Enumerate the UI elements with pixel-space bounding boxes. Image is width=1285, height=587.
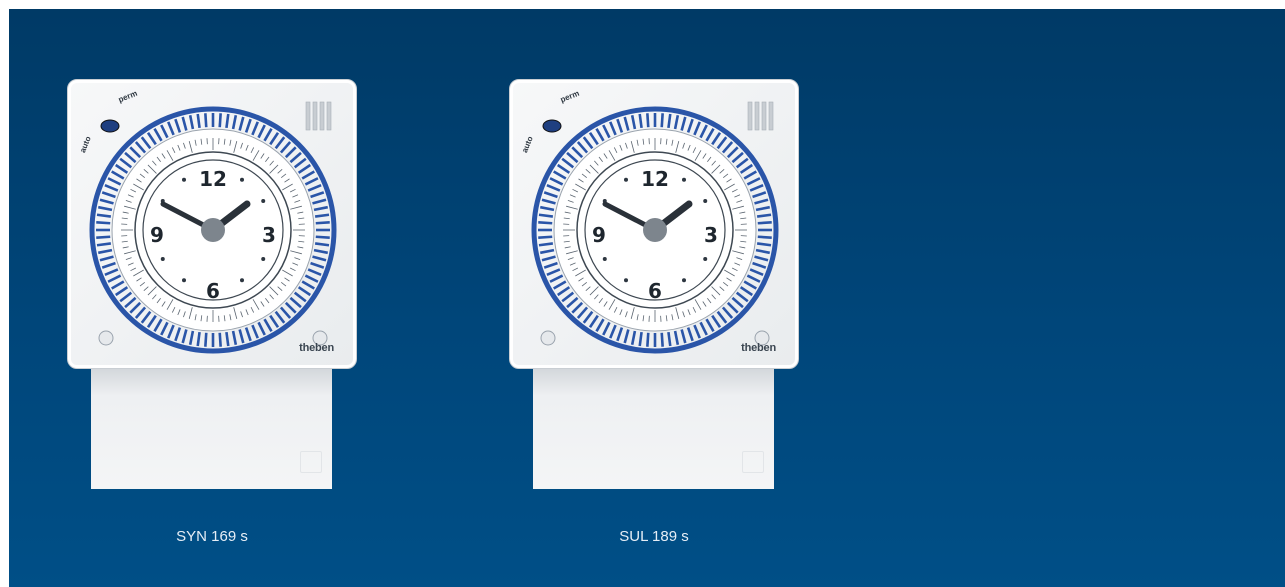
brand-logo: theben: [741, 342, 776, 354]
timer-switch-sul189: 12 3 6 9 perm auto theben: [509, 79, 799, 499]
dial-number: 6: [206, 279, 220, 303]
timer-face: 12 3 6 9 perm auto theben: [509, 79, 799, 369]
dial-number: 6: [648, 279, 662, 303]
dial-number: 3: [262, 223, 276, 247]
connector-ridges: [305, 101, 332, 131]
connector-ridges: [747, 101, 774, 131]
mounting-screw: [540, 330, 556, 346]
mode-switch: [542, 119, 562, 133]
dial-number: 9: [592, 223, 606, 247]
clock-dial: 12 3 6 9: [531, 101, 779, 354]
mounting-base: [91, 365, 332, 489]
dial-number: 12: [641, 167, 669, 191]
brand-logo: theben: [299, 342, 334, 354]
timer-face: 12 3 6 9 perm auto theben: [67, 79, 357, 369]
clock-dial: 12 3 6 9: [89, 101, 337, 354]
dial-number: 12: [199, 167, 227, 191]
mounting-base: [533, 365, 774, 489]
dial-number: 9: [150, 223, 164, 247]
timer-switch-syn169: 12 3 6 9 perm auto theben: [67, 79, 357, 499]
product-panel: 12 3 6 9 perm auto theben SYN 169 s 12 3 6 9 p…: [9, 9, 1285, 587]
mounting-screw: [98, 330, 114, 346]
hand-hub: [643, 218, 667, 242]
dial-number: 3: [704, 223, 718, 247]
product-caption: SUL 189 s: [619, 528, 689, 545]
product-caption: SYN 169 s: [176, 528, 248, 545]
mode-switch: [100, 119, 120, 133]
base-marking: [742, 451, 764, 473]
base-marking: [300, 451, 322, 473]
hand-hub: [201, 218, 225, 242]
